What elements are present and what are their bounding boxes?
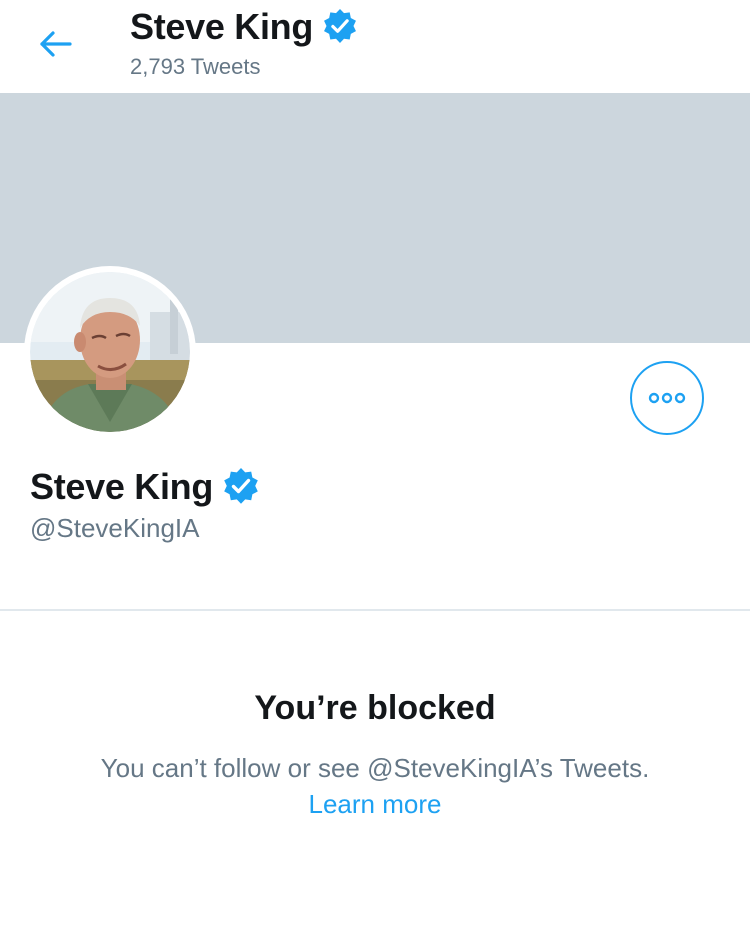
learn-more-link[interactable]: Learn more — [0, 788, 750, 820]
more-options-button[interactable] — [630, 361, 704, 435]
profile-name-group: Steve King — [30, 466, 261, 508]
more-options-icon — [648, 392, 686, 404]
tweet-count: 2,793 Tweets — [130, 54, 261, 79]
profile-photo — [30, 272, 190, 432]
top-nav-bar: Steve King 2,793 Tweets — [0, 0, 750, 93]
avatar[interactable] — [24, 266, 196, 438]
back-button[interactable] — [36, 26, 76, 62]
arrow-left-icon — [40, 31, 72, 57]
blocked-title: You’re blocked — [254, 689, 496, 727]
verified-badge-icon — [221, 467, 261, 507]
nav-title-group: Steve King — [130, 6, 359, 48]
profile-name: Steve King — [30, 466, 214, 507]
profile-page: Steve King 2,793 Tweets Steve King @Stev… — [0, 0, 750, 930]
nav-title: Steve King — [130, 6, 314, 47]
verified-badge-icon — [321, 8, 359, 46]
blocked-message: You can’t follow or see @SteveKingIA’s T… — [100, 753, 650, 783]
section-divider — [0, 609, 750, 611]
profile-handle: @SteveKingIA — [30, 513, 200, 543]
